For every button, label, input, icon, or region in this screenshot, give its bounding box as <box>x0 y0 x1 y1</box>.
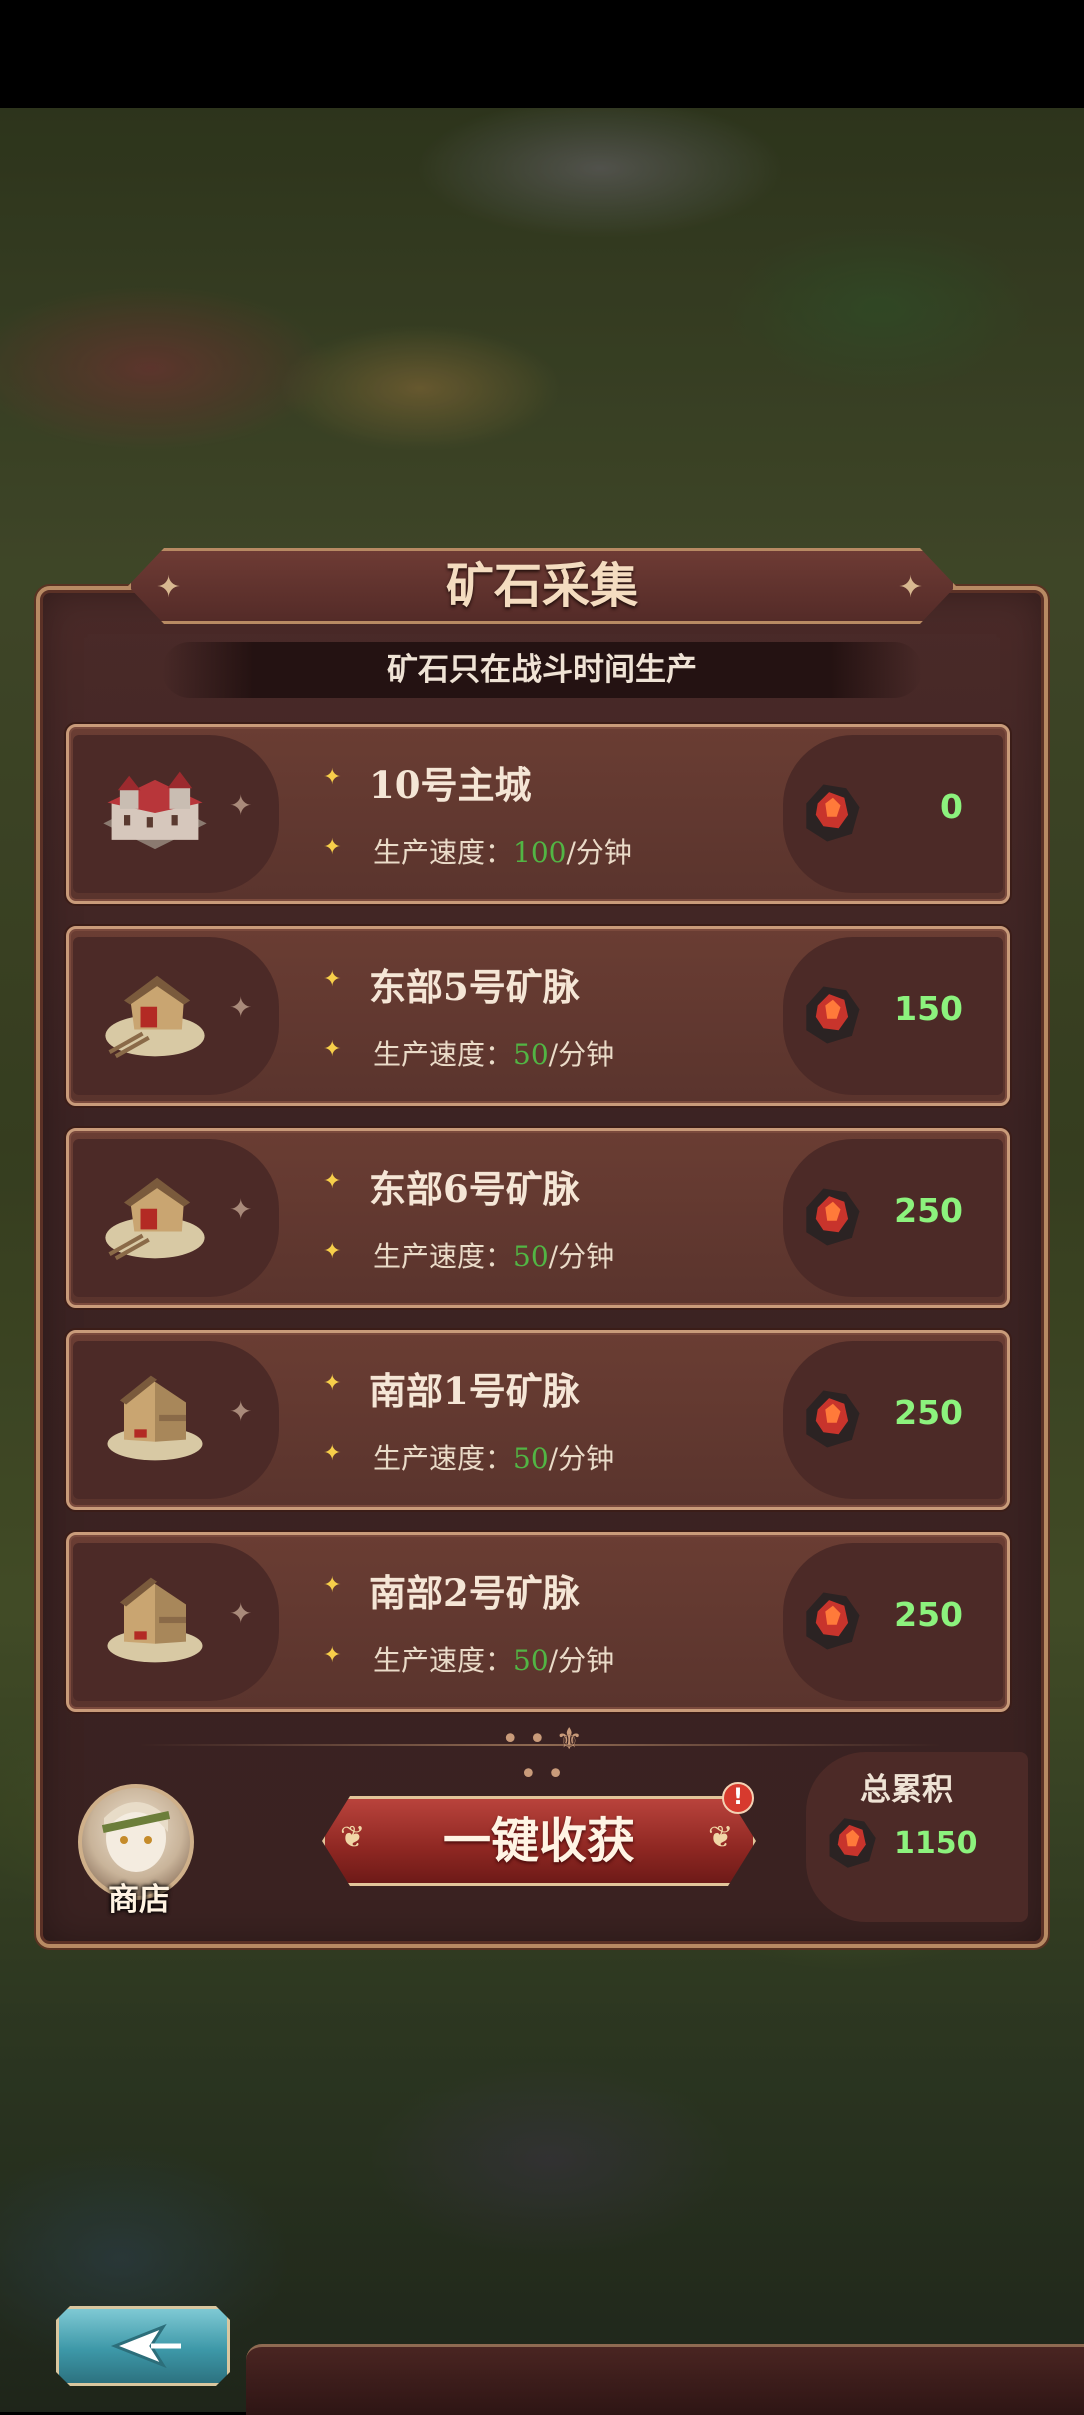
ore-slot: 250 <box>783 1341 1003 1499</box>
mine-hut-icon <box>105 975 205 1059</box>
ore-count: 250 <box>894 1595 963 1634</box>
red-ore-icon <box>806 1188 860 1246</box>
back-button[interactable] <box>56 2306 230 2386</box>
mine-name: 10号主城 <box>369 763 532 807</box>
ore-count: 0 <box>940 787 963 826</box>
mine-row[interactable]: ✦ ✦ 东部5号矿脉 ✦ 生产速度：50/分钟 150 <box>66 926 1010 1106</box>
red-ore-icon <box>806 1592 860 1650</box>
mine-row[interactable]: ✦ ✦ 南部2号矿脉 ✦ 生产速度：50/分钟 250 <box>66 1532 1010 1712</box>
bullet-star-icon: ✦ <box>323 1371 342 1396</box>
diamond-ornament-icon: ✦ <box>229 1395 253 1428</box>
mine-row[interactable]: ✦ ✦ 南部1号矿脉 ✦ 生产速度：50/分钟 250 <box>66 1330 1010 1510</box>
production-rate: 生产速度：50/分钟 <box>373 1240 615 1273</box>
total-label: 总累积 <box>860 1772 953 1808</box>
bullet-star-icon: ✦ <box>323 1169 342 1194</box>
mine-name: 东部6号矿脉 <box>369 1167 580 1211</box>
ore-slot: 250 <box>783 1139 1003 1297</box>
mine-row[interactable]: ✦ ✦ 东部6号矿脉 ✦ 生产速度：50/分钟 250 <box>66 1128 1010 1308</box>
mine-row[interactable]: ✦ ✦ 10号主城 ✦ 生产速度：100/分钟 0 <box>66 724 1010 904</box>
bullet-star-icon: ✦ <box>323 1441 342 1466</box>
ore-slot: 0 <box>783 735 1003 893</box>
main-castle-icon <box>103 771 207 850</box>
red-ore-icon <box>806 986 860 1044</box>
red-ore-icon <box>806 1390 860 1448</box>
diamond-ornament-icon: ✦ <box>229 789 253 822</box>
mine-name: 东部5号矿脉 <box>369 965 580 1009</box>
bullet-star-icon: ✦ <box>323 1573 342 1598</box>
production-rate: 生产速度：50/分钟 <box>373 1442 615 1475</box>
ore-count: 250 <box>894 1191 963 1230</box>
bullet-star-icon: ✦ <box>323 1037 342 1062</box>
diamond-ornament-icon: ✦ <box>229 1597 253 1630</box>
ore-slot: 250 <box>783 1543 1003 1701</box>
production-rate: 生产速度：100/分钟 <box>373 836 632 869</box>
alert-badge-icon: ! <box>722 1782 754 1814</box>
harvest-all-label[interactable]: 一键收获 <box>322 1796 756 1886</box>
ore-count: 150 <box>894 989 963 1028</box>
bullet-star-icon: ✦ <box>323 1239 342 1264</box>
red-ore-icon <box>806 784 860 842</box>
bullet-star-icon: ✦ <box>323 967 342 992</box>
mine-shack-icon <box>107 1577 203 1663</box>
mine-name: 南部1号矿脉 <box>369 1369 580 1413</box>
production-rate: 生产速度：50/分钟 <box>373 1038 615 1071</box>
production-rate: 生产速度：50/分钟 <box>373 1644 615 1677</box>
ore-slot: 150 <box>783 937 1003 1095</box>
bullet-star-icon: ✦ <box>323 1643 342 1668</box>
diamond-ornament-icon: ✦ <box>229 991 253 1024</box>
shop-label[interactable]: 商店 <box>94 1874 184 1919</box>
mine-name: 南部2号矿脉 <box>369 1571 580 1615</box>
panel-title: 矿石采集 <box>445 558 638 614</box>
mine-hut-icon <box>105 1177 205 1261</box>
bullet-star-icon: ✦ <box>323 765 342 790</box>
bullet-star-icon: ✦ <box>323 835 342 860</box>
red-ore-icon <box>829 1818 876 1868</box>
ore-count: 250 <box>894 1393 963 1432</box>
fleur-ornament-icon: • • ⚜ • • <box>501 1722 583 1792</box>
total-ore-count: 1150 <box>894 1826 978 1861</box>
bottom-bar <box>246 2344 1084 2415</box>
panel-subtitle: 矿石只在战斗时间生产 <box>387 652 697 688</box>
mine-shack-icon <box>107 1375 203 1461</box>
back-arrow-icon <box>59 2309 227 2383</box>
diamond-ornament-icon: ✦ <box>229 1193 253 1226</box>
